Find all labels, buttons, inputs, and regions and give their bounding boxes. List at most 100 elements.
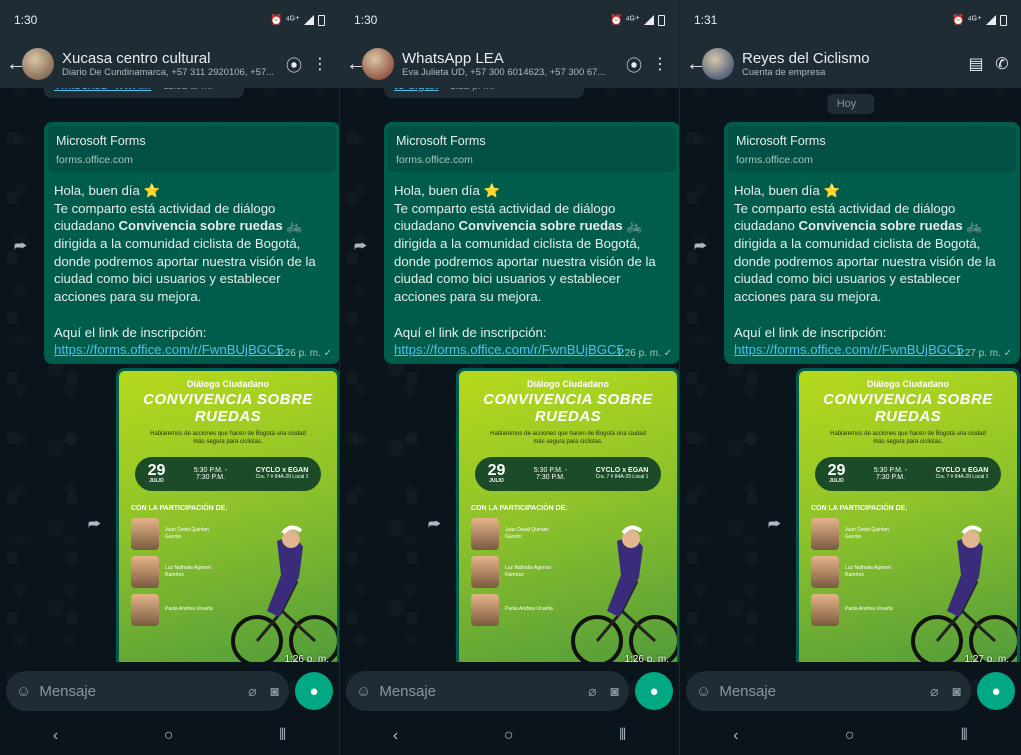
poster-venue: CYCLO x EGAN Cra. 7 # 84A-29 Local 1 (595, 467, 649, 481)
chat-area[interactable]: Hoy ⮫ Microsoft Forms forms.office.com H… (680, 88, 1021, 662)
event-poster-image[interactable]: Diálogo Ciudadano CONVIVENCIA SOBRE RUED… (119, 371, 337, 662)
event-poster-image[interactable]: Diálogo Ciudadano CONVIVENCIA SOBRE RUED… (459, 371, 677, 662)
poster-day: 29 JULIO (147, 462, 166, 485)
link-preview-title: Microsoft Forms (56, 134, 146, 148)
microphone-button[interactable]: ● (635, 672, 673, 710)
forward-icon[interactable]: ⮫ (768, 516, 781, 533)
message-input-bar: ☺ Mensaje ⌀ ◙ ● (346, 671, 673, 711)
cyclist-illustration (571, 525, 677, 662)
link-preview[interactable]: Microsoft Forms forms.office.com (48, 126, 336, 172)
emoji-icon[interactable]: ☺ (696, 683, 711, 700)
message-time: 1:27 p. m. ✓ (956, 348, 1012, 359)
message-text: Hola, buen día ⭐ Te comparto está activi… (44, 176, 339, 363)
chat-info[interactable]: Xucasa centro cultural Diario De Cundina… (62, 50, 281, 78)
person-name: Paola Andrea Urueña (165, 606, 213, 613)
microphone-button[interactable]: ● (977, 672, 1015, 710)
forward-icon[interactable]: ⮫ (694, 238, 707, 255)
forms-message-bubble[interactable]: Microsoft Forms forms.office.com Hola, b… (384, 122, 679, 364)
person-name: Luz Nathalia Agenori Ramírez (505, 565, 552, 578)
chat-area[interactable]: ?mibextid=wwXlfr 11:52 a. m. ⮫ Microsoft… (0, 88, 339, 662)
previous-message-text[interactable]: ?mibextid=wwXlfr (54, 88, 152, 92)
poster-subtitle: Diálogo Ciudadano (867, 379, 949, 389)
phone-screen: 1:31 ⏰ ⁴ᴳ⁺ ← Reyes del Ciclismo Cuenta d… (680, 0, 1021, 755)
chat-title: Xucasa centro cultural (62, 50, 211, 67)
chat-avatar[interactable] (362, 48, 394, 80)
nav-recents-icon[interactable]: ⦀ (961, 727, 968, 745)
message-input[interactable]: ☺ Mensaje ⌀ ◙ (686, 671, 971, 711)
message-input[interactable]: ☺ Mensaje ⌀ ◙ (346, 671, 629, 711)
camera-icon[interactable]: ◙ (611, 683, 619, 699)
android-nav-bar: ‹ ○ ⦀ (340, 717, 679, 755)
message-input-placeholder: Mensaje (719, 682, 777, 700)
header-action-icon[interactable]: ⦿ (281, 52, 307, 76)
poster-title: CONVIVENCIA SOBRE RUEDAS (143, 391, 313, 425)
back-arrow-icon[interactable]: ← (6, 53, 26, 76)
previous-message-text[interactable]: Hoy (837, 98, 857, 110)
phone-screen: 1:30 ⏰ ⁴ᴳ⁺ ← Xucasa centro cultural Diar… (0, 0, 340, 755)
previous-message-text[interactable]: te digan (394, 88, 438, 92)
back-arrow-icon[interactable]: ← (346, 53, 366, 76)
status-icons: ⏰ ⁴ᴳ⁺ (952, 14, 1007, 26)
header-menu-icon[interactable]: ✆ (989, 54, 1015, 74)
emoji-icon[interactable]: ☺ (16, 683, 31, 700)
nav-back-icon[interactable]: ‹ (53, 727, 58, 745)
message-input-placeholder: Mensaje (379, 682, 437, 700)
forms-message-bubble[interactable]: Microsoft Forms forms.office.com Hola, b… (44, 122, 339, 364)
attach-icon[interactable]: ⌀ (588, 683, 596, 700)
nav-home-icon[interactable]: ○ (164, 727, 174, 745)
poster-date-bar: 29 JULIO 5:30 P.M. - 7:30 P.M. CYCLO x EG… (135, 456, 321, 491)
previous-message-time: 1:22 p. m. (450, 88, 494, 92)
nav-back-icon[interactable]: ‹ (393, 727, 398, 745)
status-icon-group: ⏰ ⁴ᴳ⁺ (610, 14, 640, 26)
chat-header[interactable]: ← Xucasa centro cultural Diario De Cundi… (0, 40, 339, 88)
cyclist-illustration (911, 525, 1017, 662)
chat-header[interactable]: ← WhatsApp LEA Eva Julieta UD, +57 300 6… (340, 40, 679, 88)
message-text: Hola, buen día ⭐ Te comparto está activi… (384, 176, 679, 363)
header-menu-icon[interactable]: ⋮ (647, 54, 673, 74)
header-action-icon[interactable]: ▤ (963, 54, 989, 74)
camera-icon[interactable]: ◙ (953, 683, 961, 699)
nav-home-icon[interactable]: ○ (504, 727, 514, 745)
chat-area[interactable]: te digan 1:22 p. m. ⮫ Microsoft Forms fo… (340, 88, 679, 662)
registration-link[interactable]: https://forms.office.com/r/FwnBUjBGC5 (54, 342, 284, 357)
camera-icon[interactable]: ◙ (271, 683, 279, 699)
back-arrow-icon[interactable]: ← (686, 53, 706, 76)
forward-icon[interactable]: ⮫ (354, 238, 367, 255)
poster-time: 5:30 P.M. - 7:30 P.M. (533, 466, 568, 481)
image-message-bubble[interactable]: Diálogo Ciudadano CONVIVENCIA SOBRE RUED… (796, 368, 1020, 662)
forward-icon[interactable]: ⮫ (88, 516, 101, 533)
image-message-bubble[interactable]: Diálogo Ciudadano CONVIVENCIA SOBRE RUED… (116, 368, 339, 662)
microphone-button[interactable]: ● (295, 672, 333, 710)
image-message-bubble[interactable]: Diálogo Ciudadano CONVIVENCIA SOBRE RUED… (456, 368, 679, 662)
nav-back-icon[interactable]: ‹ (733, 727, 738, 745)
message-input[interactable]: ☺ Mensaje ⌀ ◙ (6, 671, 289, 711)
poster-subtitle: Diálogo Ciudadano (187, 379, 269, 389)
registration-link[interactable]: https://forms.office.com/r/FwnBUjBGC5 (394, 342, 624, 357)
forms-message-bubble[interactable]: Microsoft Forms forms.office.com Hola, b… (724, 122, 1020, 364)
header-action-icon[interactable]: ⦿ (621, 52, 647, 76)
nav-home-icon[interactable]: ○ (845, 727, 855, 745)
chat-info[interactable]: WhatsApp LEA Eva Julieta UD, +57 300 601… (402, 50, 621, 78)
status-bar: 1:30 ⏰ ⁴ᴳ⁺ (0, 0, 339, 40)
chat-avatar[interactable] (22, 48, 54, 80)
event-poster-image[interactable]: Diálogo Ciudadano CONVIVENCIA SOBRE RUED… (799, 371, 1017, 662)
person-name: Luz Nathalia Agenori Ramírez (845, 565, 892, 578)
poster-description: Hablaremos de acciones que hacen de Bogo… (150, 431, 306, 445)
forward-icon[interactable]: ⮫ (428, 516, 441, 533)
emoji-icon[interactable]: ☺ (356, 683, 371, 700)
link-preview-title: Microsoft Forms (396, 134, 486, 148)
nav-recents-icon[interactable]: ⦀ (619, 727, 626, 745)
attach-icon[interactable]: ⌀ (248, 683, 256, 700)
link-preview[interactable]: Microsoft Forms forms.office.com (388, 126, 676, 172)
chat-info[interactable]: Reyes del Ciclismo Cuenta de empresa (742, 50, 963, 78)
registration-link[interactable]: https://forms.office.com/r/FwnBUjBGC5 (734, 342, 964, 357)
chat-header[interactable]: ← Reyes del Ciclismo Cuenta de empresa ▤… (680, 40, 1021, 88)
status-icon-group: ⏰ ⁴ᴳ⁺ (270, 14, 300, 26)
link-preview[interactable]: Microsoft Forms forms.office.com (728, 126, 1016, 172)
nav-recents-icon[interactable]: ⦀ (279, 727, 286, 745)
greeting-text: Hola, buen día ⭐ (54, 183, 160, 198)
chat-avatar[interactable] (702, 48, 734, 80)
forward-icon[interactable]: ⮫ (14, 238, 27, 255)
header-menu-icon[interactable]: ⋮ (307, 54, 333, 74)
attach-icon[interactable]: ⌀ (930, 683, 938, 700)
